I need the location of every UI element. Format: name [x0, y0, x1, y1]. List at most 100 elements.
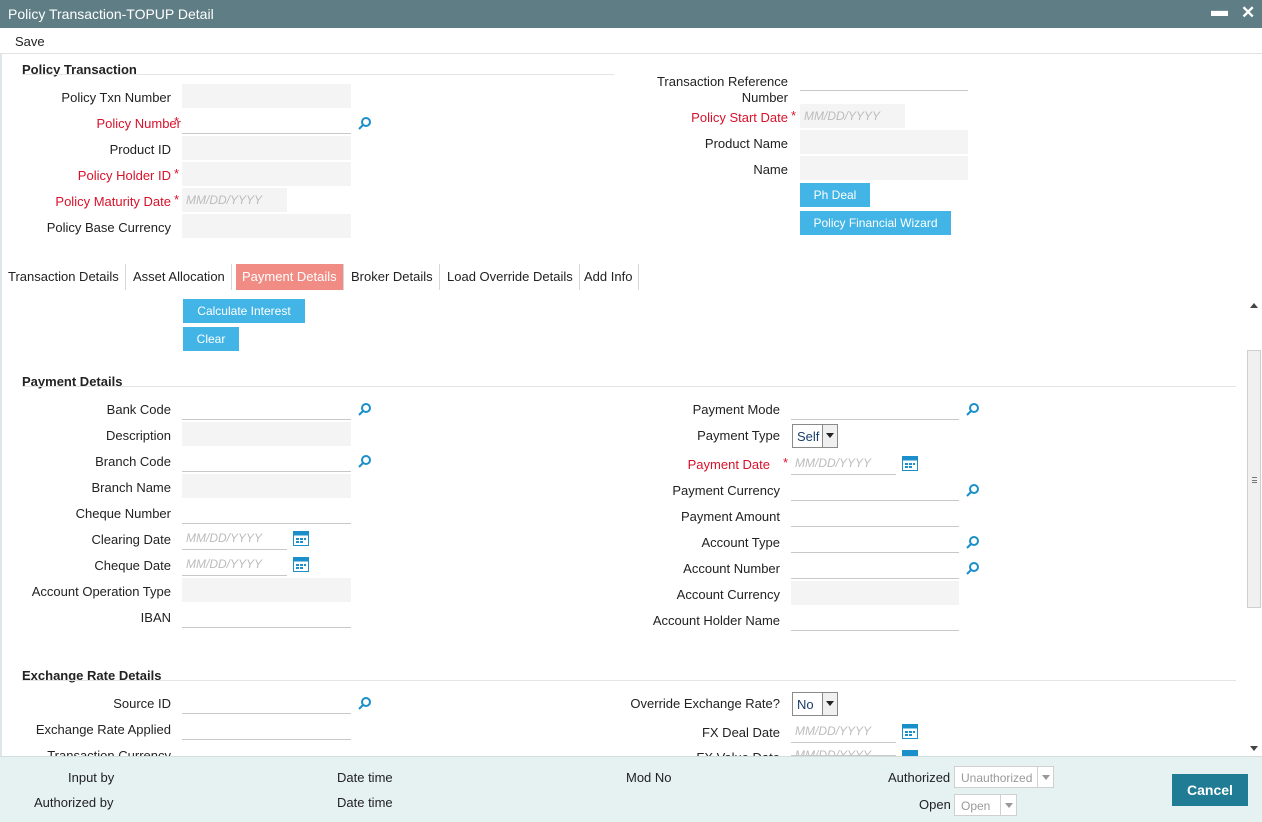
tab-load-override-details[interactable]: Load Override Details	[441, 264, 580, 290]
search-icon[interactable]	[966, 483, 980, 497]
calendar-icon[interactable]	[293, 557, 309, 572]
policy-financial-wizard-button[interactable]: Policy Financial Wizard	[800, 211, 951, 235]
search-icon[interactable]	[358, 116, 372, 130]
search-icon[interactable]	[966, 535, 980, 549]
scroll-up-icon[interactable]	[1250, 303, 1258, 308]
required-star: *	[783, 455, 789, 470]
open-select[interactable]: Open	[954, 794, 1017, 816]
policy-number-input[interactable]	[182, 110, 351, 134]
tab-add-info[interactable]: Add Info	[578, 264, 640, 290]
payment-currency-label: Payment Currency	[672, 483, 780, 498]
mod-no-label: Mod No	[626, 770, 672, 785]
clear-button[interactable]: Clear	[183, 327, 239, 351]
save-button[interactable]: Save	[15, 34, 45, 49]
account-type-label: Account Type	[701, 535, 780, 550]
audit-footer: Input by Authorized by Date time Date ti…	[0, 756, 1262, 822]
policy-maturity-date-field: MM/DD/YYYY	[182, 188, 287, 212]
menu-bar: Save	[0, 28, 1262, 54]
input-by-label: Input by	[68, 770, 115, 785]
transaction-reference-label: Transaction Reference	[656, 74, 788, 89]
cancel-button[interactable]: Cancel	[1172, 774, 1248, 806]
clearing-date-input[interactable]: MM/DD/YYYY	[182, 526, 287, 550]
required-star: *	[174, 114, 180, 129]
ph-deal-button[interactable]: Ph Deal	[800, 183, 870, 207]
authorized-value: Unauthorized	[961, 771, 1033, 785]
override-exchange-rate-label: Override Exchange Rate?	[630, 696, 780, 711]
minimize-icon[interactable]: ▬	[1211, 1, 1228, 21]
cheque-number-label: Cheque Number	[75, 506, 171, 521]
search-icon[interactable]	[966, 561, 980, 575]
search-icon[interactable]	[358, 454, 372, 468]
policy-maturity-date-label: Policy Maturity Date	[55, 194, 171, 209]
account-type-input[interactable]	[791, 529, 959, 553]
fx-deal-date-label: FX Deal Date	[701, 725, 780, 740]
payment-mode-input[interactable]	[791, 396, 959, 420]
required-star: *	[174, 166, 180, 181]
section-divider	[22, 386, 1236, 387]
account-currency-field	[791, 581, 959, 605]
required-star: *	[791, 108, 797, 123]
branch-code-input[interactable]	[182, 448, 351, 472]
payment-type-select[interactable]: Self	[792, 424, 838, 448]
product-id-field	[182, 136, 351, 160]
bank-code-input[interactable]	[182, 396, 351, 420]
calculate-interest-button[interactable]: Calculate Interest	[183, 299, 305, 323]
payment-mode-label: Payment Mode	[692, 402, 780, 417]
close-icon[interactable]: ✕	[1241, 3, 1255, 23]
branch-code-label: Branch Code	[95, 454, 171, 469]
payment-amount-input[interactable]	[791, 503, 959, 527]
product-id-label: Product ID	[109, 142, 171, 157]
policy-base-currency-label: Policy Base Currency	[46, 220, 171, 235]
transaction-reference-label-2: Number	[741, 90, 788, 105]
payment-date-label: Payment Date	[687, 457, 770, 472]
scroll-down-icon[interactable]	[1250, 746, 1258, 751]
date-time-label: Date time	[337, 770, 393, 785]
policy-holder-id-label: Policy Holder ID	[77, 168, 171, 183]
vertical-scrollbar[interactable]	[1246, 298, 1262, 756]
fx-value-date-input[interactable]: MM/DD/YYYY	[791, 748, 896, 756]
authorized-select[interactable]: Unauthorized	[954, 766, 1054, 788]
source-id-input[interactable]	[182, 690, 351, 714]
account-number-label: Account Number	[683, 561, 780, 576]
clearing-date-label: Clearing Date	[91, 532, 172, 547]
payment-type-value: Self	[797, 429, 820, 444]
tab-broker-details[interactable]: Broker Details	[345, 264, 440, 290]
cheque-number-input[interactable]	[182, 500, 351, 524]
payment-type-label: Payment Type	[697, 428, 780, 443]
search-icon[interactable]	[358, 402, 372, 416]
name-field	[800, 156, 968, 180]
override-exchange-rate-select[interactable]: No	[792, 692, 838, 716]
account-number-input[interactable]	[791, 555, 959, 579]
exchange-rate-applied-input[interactable]	[182, 716, 351, 740]
cheque-date-input[interactable]: MM/DD/YYYY	[182, 552, 287, 576]
product-name-field	[800, 130, 968, 154]
search-icon[interactable]	[966, 402, 980, 416]
product-name-label: Product Name	[704, 136, 788, 151]
iban-input[interactable]	[182, 604, 351, 628]
account-operation-type-label: Account Operation Type	[31, 584, 171, 599]
payment-date-input[interactable]: MM/DD/YYYY	[791, 451, 896, 475]
calendar-icon[interactable]	[902, 456, 918, 471]
transaction-reference-input[interactable]	[800, 67, 968, 91]
scroll-thumb[interactable]	[1247, 350, 1261, 608]
tab-payment-details[interactable]: Payment Details	[236, 264, 344, 290]
authorized-by-label: Authorized by	[34, 795, 114, 810]
search-icon[interactable]	[358, 696, 372, 710]
account-holder-name-label: Account Holder Name	[652, 613, 780, 628]
policy-start-date-label: Policy Start Date	[691, 110, 788, 125]
tab-transaction-details[interactable]: Transaction Details	[2, 264, 126, 290]
cheque-date-label: Cheque Date	[94, 558, 171, 573]
date-time-label: Date time	[337, 795, 393, 810]
tab-asset-allocation[interactable]: Asset Allocation	[127, 264, 232, 290]
calendar-icon[interactable]	[293, 531, 309, 546]
exchange-rate-applied-label: Exchange Rate Applied	[35, 722, 171, 737]
policy-holder-id-field	[182, 162, 351, 186]
fx-deal-date-input[interactable]: MM/DD/YYYY	[791, 719, 896, 743]
payment-currency-input[interactable]	[791, 477, 959, 501]
policy-base-currency-field	[182, 214, 351, 238]
calendar-icon[interactable]	[902, 724, 918, 739]
transaction-currency-label: Transaction Currency	[47, 748, 171, 756]
account-holder-name-input[interactable]	[791, 607, 959, 631]
authorized-label: Authorized	[888, 770, 951, 785]
policy-number-label: Policy Number	[96, 116, 181, 131]
